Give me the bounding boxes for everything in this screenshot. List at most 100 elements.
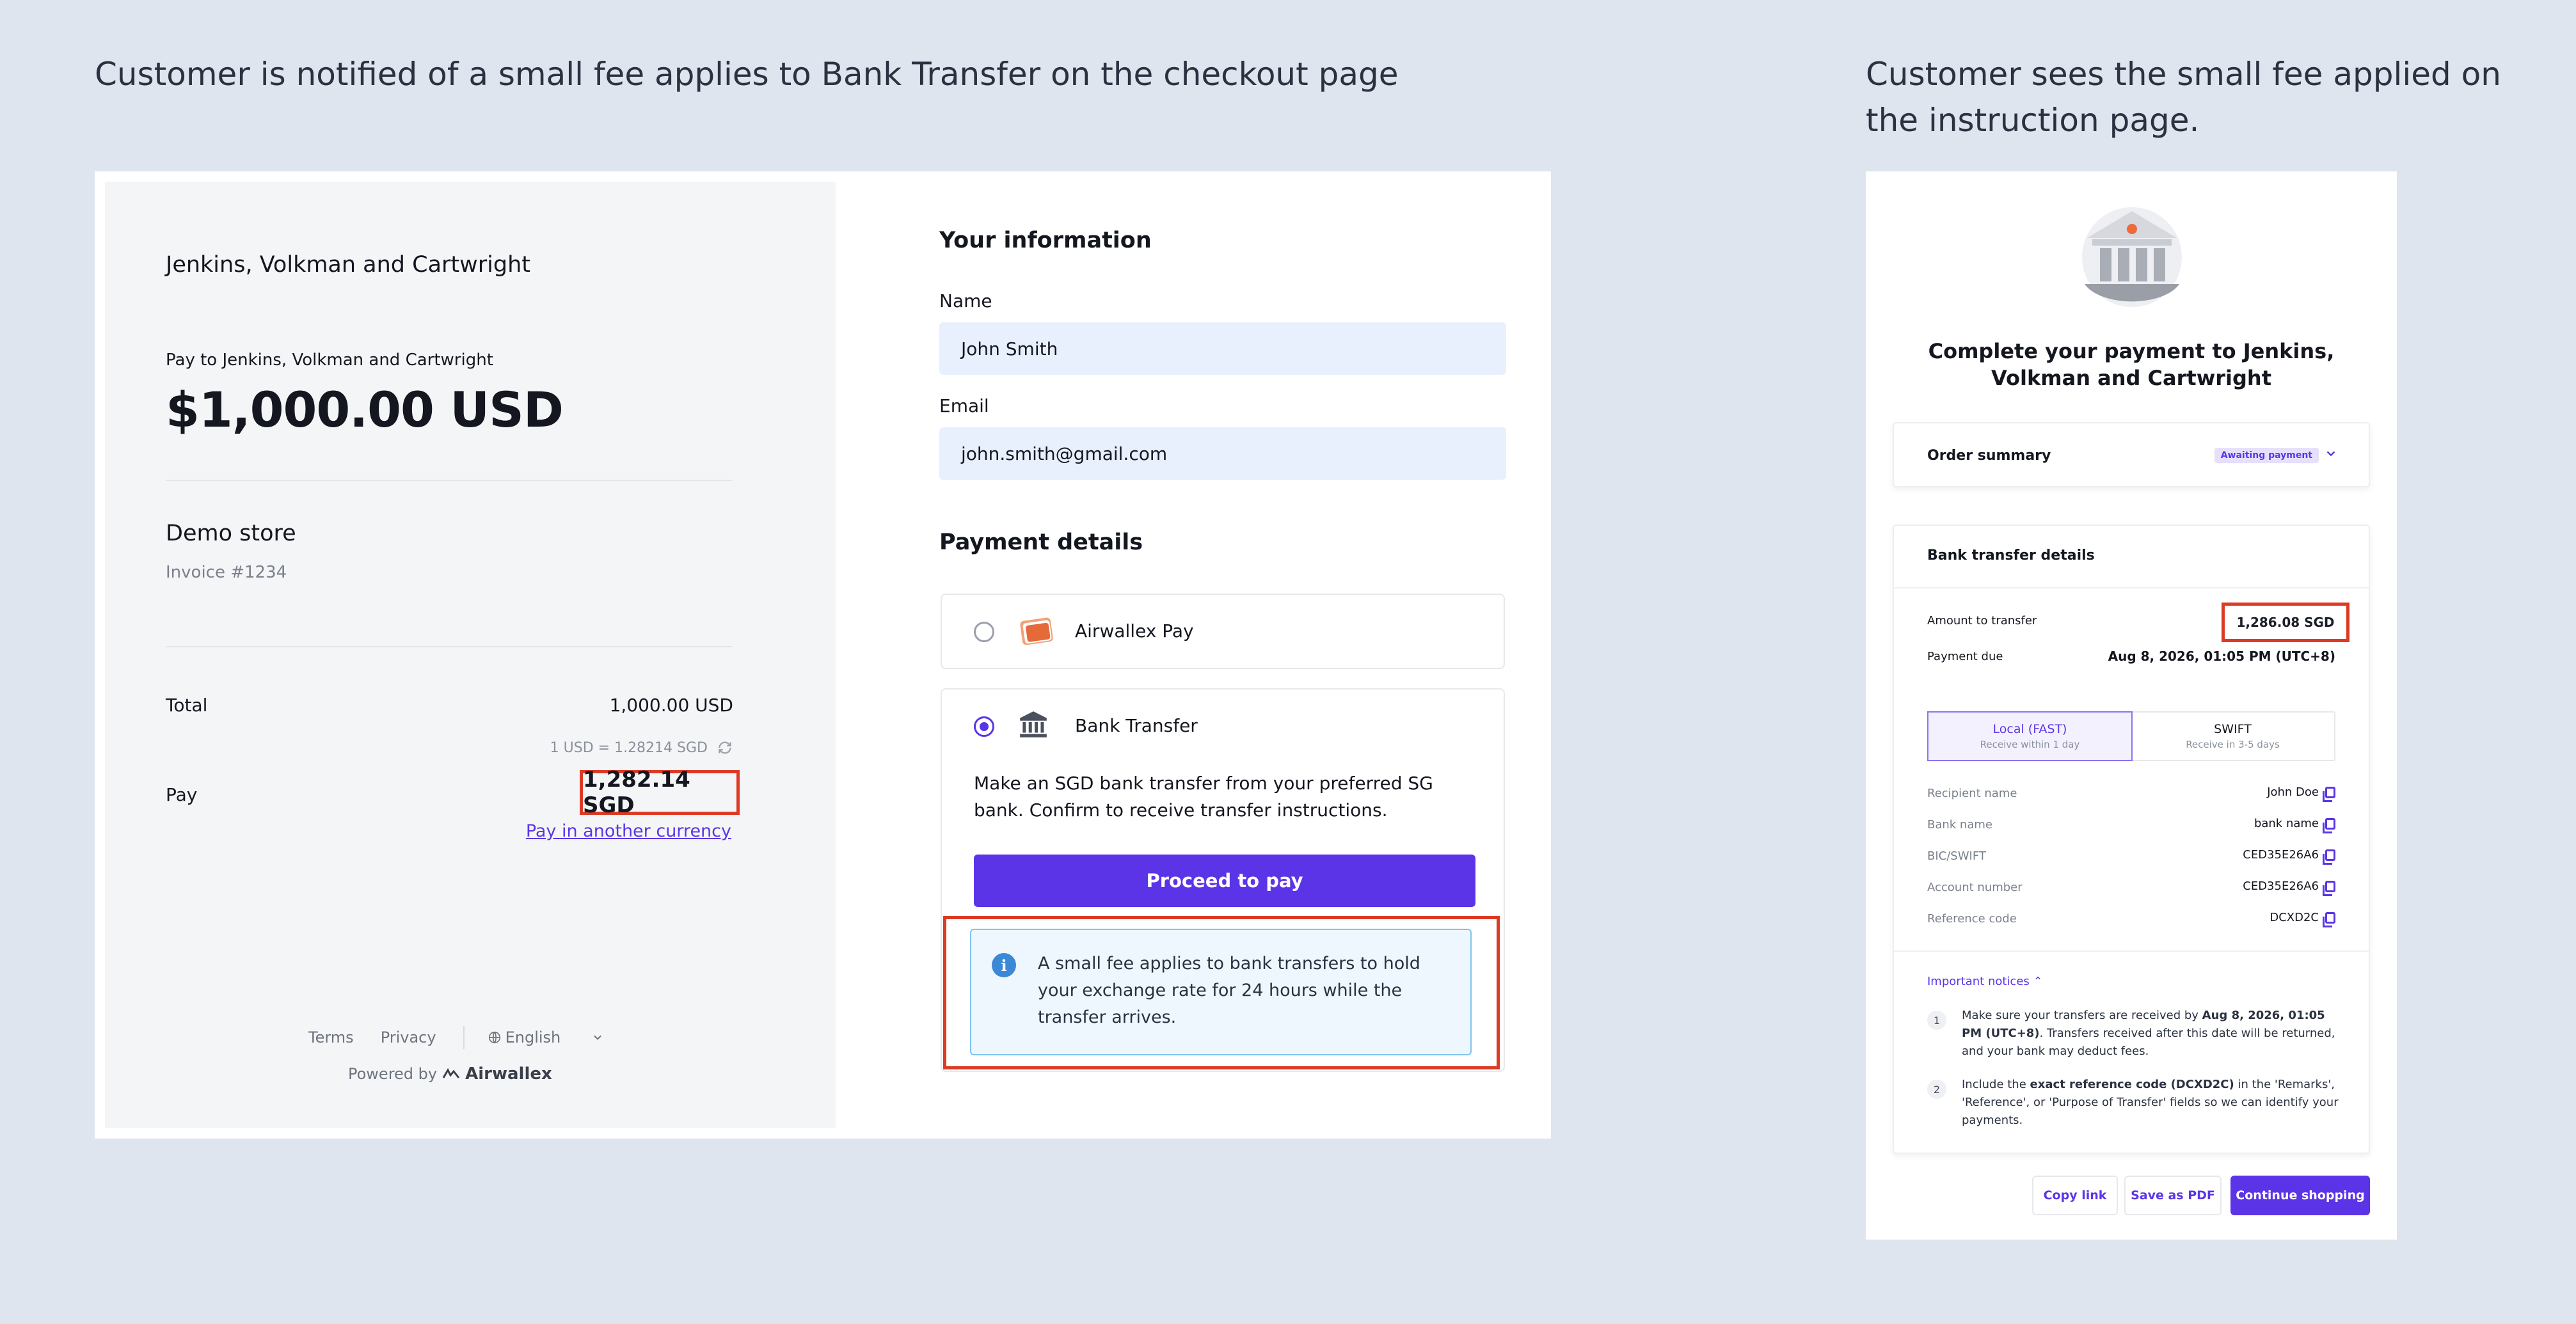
tab-subtitle: Receive in 3-5 days (2186, 739, 2280, 750)
chevron-up-icon: ⌃ (2033, 975, 2043, 988)
amount-to-transfer-label: Amount to transfer (1927, 614, 2037, 627)
language-label: English (505, 1028, 561, 1046)
divider (1894, 587, 2369, 588)
amount-to-transfer-value: 1,286.08 SGD (2236, 615, 2335, 630)
total-label: Total (166, 695, 208, 716)
recipient-name-value: John Doe (2267, 785, 2335, 802)
bank-name-label: Bank name (1927, 818, 1992, 831)
divider (1894, 950, 2369, 952)
transfer-method-tabs: Local (FAST) Receive within 1 day SWIFT … (1927, 711, 2335, 761)
language-selector[interactable]: English (488, 1028, 605, 1046)
payment-method-airwallex-pay[interactable]: Airwallex Pay (941, 594, 1505, 669)
bank-name-value: bank name (2254, 817, 2335, 833)
pay-value-highlight: 1,282.14 SGD (580, 767, 740, 818)
powered-by-label: Powered by (348, 1065, 438, 1083)
continue-shopping-button[interactable]: Continue shopping (2230, 1176, 2370, 1215)
bank-transfer-details-panel: Bank transfer details Amount to transfer… (1893, 524, 2370, 1154)
instruction-title: Complete your payment to Jenkins, Volkma… (1928, 339, 2335, 390)
bank-transfer-details-title: Bank transfer details (1927, 548, 2095, 563)
notice-number: 1 (1927, 1011, 1946, 1030)
tab-local-fast[interactable]: Local (FAST) Receive within 1 day (1927, 711, 2133, 761)
globe-icon (488, 1031, 500, 1044)
important-notices-label: Important notices (1927, 975, 2030, 988)
order-amount: $1,000.00 USD (166, 381, 564, 438)
email-label: Email (939, 395, 989, 416)
detail-value: John Doe (2267, 785, 2319, 799)
account-number-label: Account number (1927, 881, 2023, 894)
chevron-down-icon (594, 1035, 601, 1040)
tab-subtitle: Receive within 1 day (1980, 739, 2080, 750)
bic-swift-value: CED35E26A6 (2243, 848, 2335, 865)
status-badge: Awaiting payment (2214, 448, 2319, 463)
exchange-rate-text: 1 USD = 1.28214 SGD (550, 739, 708, 756)
store-name: Demo store (166, 521, 296, 546)
email-input[interactable]: john.smith@gmail.com (939, 427, 1506, 480)
important-notices-toggle[interactable]: Important notices ⌃ (1927, 975, 2043, 988)
payment-details-title: Payment details (939, 530, 1143, 555)
notice-text-bold: exact reference code (DCXD2C) (2030, 1078, 2234, 1091)
notice-number: 2 (1927, 1080, 1946, 1099)
order-summary-label: Order summary (1927, 448, 2051, 464)
proceed-to-pay-button[interactable]: Proceed to pay (974, 855, 1475, 907)
instruction-page: Complete your payment to Jenkins, Volkma… (1866, 171, 2397, 1240)
fee-notice: i A small fee applies to bank transfers … (970, 929, 1472, 1055)
payment-due-value: Aug 8, 2026, 01:05 PM (UTC+8) (2108, 649, 2335, 664)
save-as-pdf-button[interactable]: Save as PDF (2124, 1176, 2222, 1215)
bank-transfer-description: Make an SGD bank transfer from your pref… (974, 773, 1433, 821)
invoice-number: Invoice #1234 (166, 563, 287, 582)
merchant-name: Jenkins, Volkman and Cartwright (166, 252, 531, 278)
airwallex-pay-radio[interactable] (974, 622, 994, 642)
fee-notice-text: A small fee applies to bank transfers to… (1038, 954, 1420, 1027)
detail-value: CED35E26A6 (2243, 879, 2319, 893)
copy-link-button[interactable]: Copy link (2032, 1176, 2118, 1215)
pay-label: Pay (166, 784, 198, 805)
amount-to-transfer-highlight: 1,286.08 SGD (2222, 603, 2349, 642)
pay-value: 1,282.14 SGD (583, 767, 690, 818)
pay-in-another-currency-link[interactable]: Pay in another currency (526, 821, 731, 841)
order-summary-panel[interactable]: Order summary Awaiting payment (1893, 422, 2370, 487)
copy-icon[interactable] (2323, 880, 2335, 896)
divider (166, 480, 733, 481)
reference-code-label: Reference code (1927, 912, 2017, 926)
caption-right: Customer sees the small fee applied on t… (1866, 56, 2501, 139)
notice-text-part: Include the (1962, 1078, 2030, 1091)
notice-text: Make sure your transfers are received by… (1962, 1007, 2346, 1060)
info-icon: i (992, 953, 1016, 977)
refresh-icon[interactable] (717, 739, 733, 756)
detail-value: CED35E26A6 (2243, 848, 2319, 862)
notice-text: Include the exact reference code (DCXD2C… (1962, 1076, 2346, 1130)
copy-icon[interactable] (2323, 911, 2335, 927)
airwallex-pay-icon (1020, 617, 1053, 645)
recipient-name-label: Recipient name (1927, 787, 2017, 800)
reference-code-value: DCXD2C (2270, 911, 2335, 927)
bank-transfer-label: Bank Transfer (1075, 715, 1198, 736)
chevron-down-icon[interactable] (2324, 446, 2338, 461)
airwallex-brand: Airwallex (465, 1064, 552, 1084)
airwallex-logo-icon (442, 1068, 460, 1078)
privacy-link[interactable]: Privacy (381, 1028, 436, 1046)
powered-by: Powered by Airwallex (348, 1064, 552, 1084)
name-input[interactable]: John Smith (939, 322, 1506, 375)
order-summary-panel: Jenkins, Volkman and Cartwright Pay to J… (105, 182, 836, 1128)
bank-transfer-radio[interactable] (974, 716, 994, 737)
tab-title: SWIFT (2214, 722, 2252, 736)
detail-value: DCXD2C (2270, 911, 2319, 924)
copy-icon[interactable] (2323, 849, 2335, 865)
tab-swift[interactable]: SWIFT Receive in 3-5 days (2131, 713, 2334, 760)
tab-title: Local (FAST) (1992, 722, 2067, 736)
total-value: 1,000.00 USD (609, 695, 733, 716)
payment-due-label: Payment due (1927, 650, 2003, 663)
airwallex-pay-label: Airwallex Pay (1075, 620, 1194, 642)
divider (166, 646, 733, 647)
terms-link[interactable]: Terms (308, 1028, 354, 1046)
bic-swift-label: BIC/SWIFT (1927, 849, 1986, 863)
copy-icon[interactable] (2323, 786, 2335, 802)
footer-links: Terms Privacy English (308, 1026, 604, 1049)
account-number-value: CED35E26A6 (2243, 879, 2335, 896)
caption-left: Customer is notified of a small fee appl… (95, 56, 1399, 93)
name-label: Name (939, 290, 992, 311)
bank-icon (1020, 711, 1047, 737)
notice-text-part: Make sure your transfers are received by (1962, 1009, 2202, 1022)
copy-icon[interactable] (2323, 817, 2335, 833)
bank-building-icon (2082, 207, 2182, 307)
